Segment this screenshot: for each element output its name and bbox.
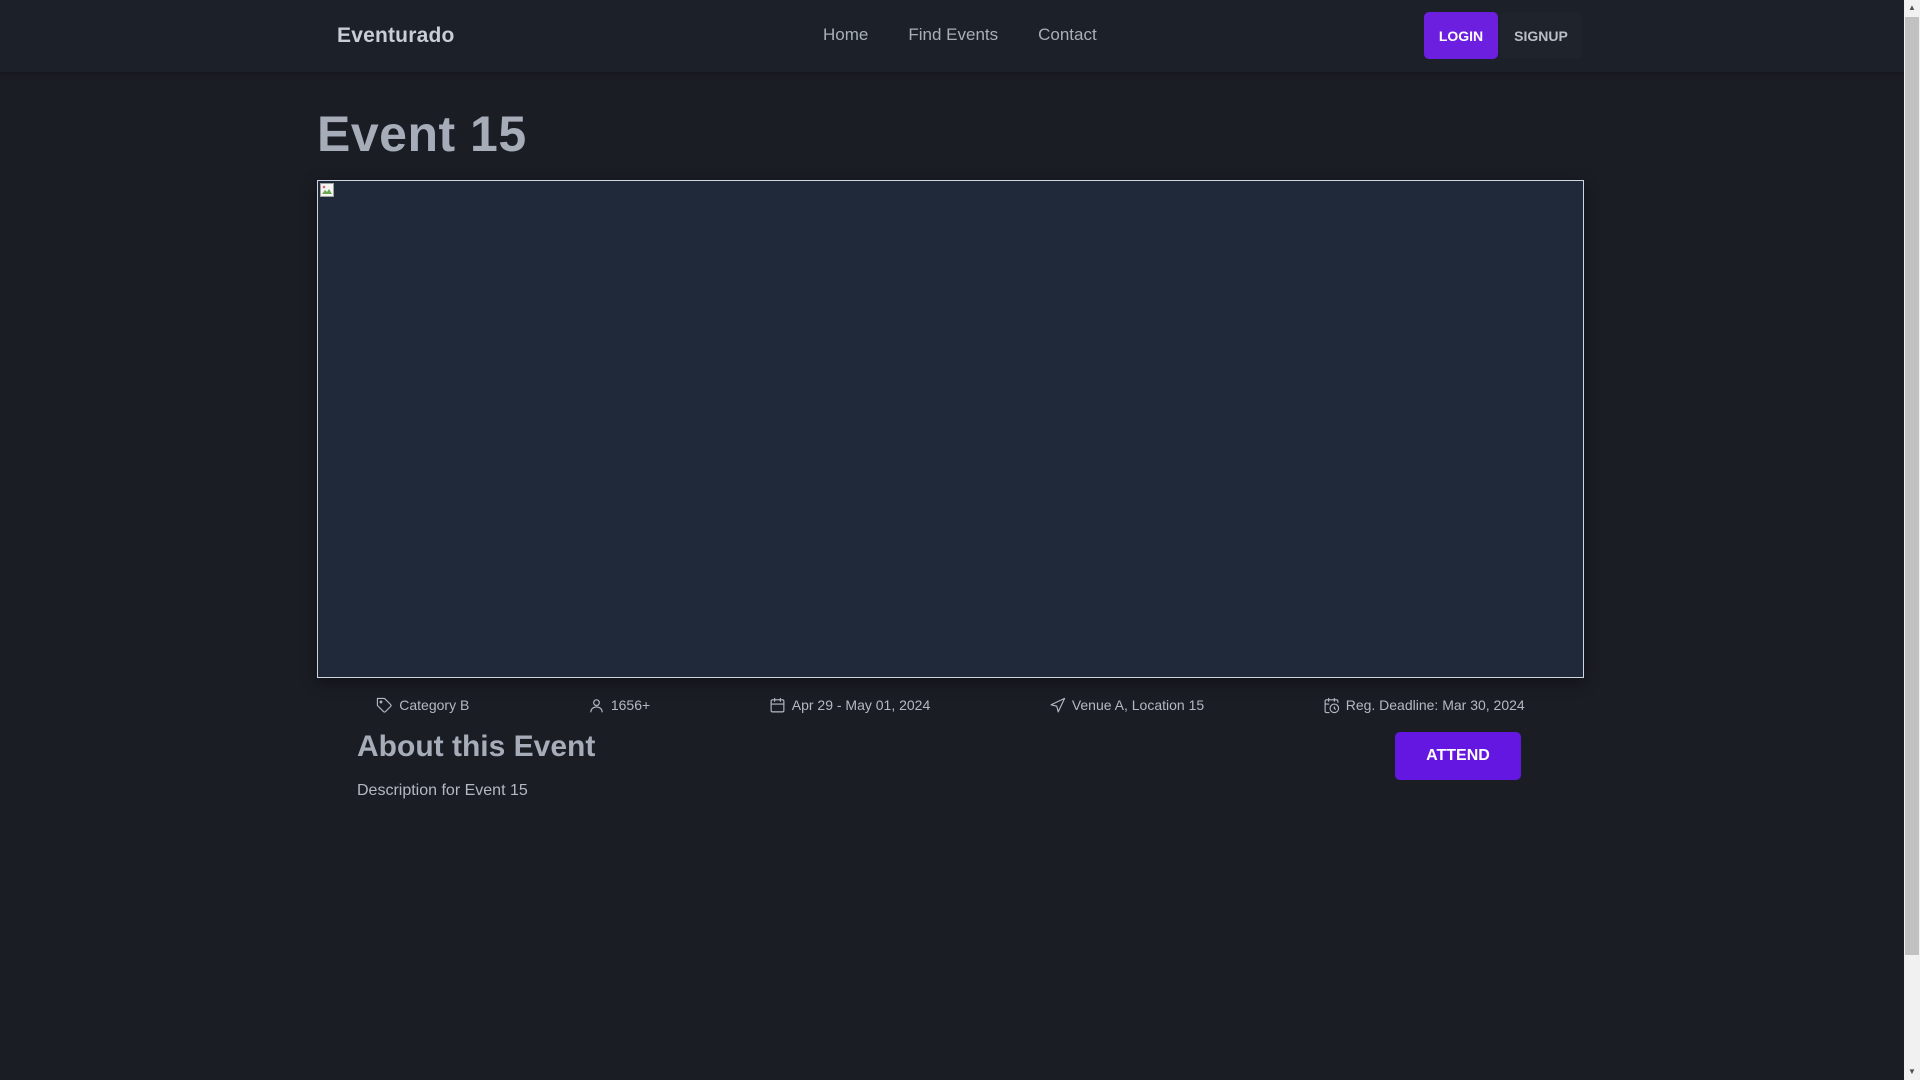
- meta-deadline: Reg. Deadline: Mar 30, 2024: [1323, 697, 1525, 714]
- broken-image-icon: [320, 183, 334, 197]
- attend-button[interactable]: ATTEND: [1395, 732, 1521, 780]
- calendar-clock-icon: [1324, 697, 1339, 713]
- meta-category: Category B: [376, 697, 469, 714]
- tag-icon: [377, 697, 392, 713]
- meta-dates-label: Apr 29 - May 01, 2024: [791, 697, 931, 713]
- nav-link-contact[interactable]: Contact: [1038, 25, 1097, 45]
- event-image: [317, 180, 1584, 678]
- nav-link-home[interactable]: Home: [823, 25, 868, 45]
- about-heading: About this Event: [357, 730, 596, 763]
- user-icon: [590, 698, 603, 712]
- login-button[interactable]: LOGIN: [1424, 12, 1498, 59]
- scroll-down-arrow-icon[interactable]: ▼: [1904, 1064, 1920, 1080]
- event-title: Event 15: [317, 106, 527, 162]
- meta-location-label: Venue A, Location 15: [1071, 697, 1205, 713]
- brand-logo[interactable]: Eventurado: [337, 24, 455, 48]
- calendar-icon: [770, 697, 785, 712]
- auth-buttons: LOGIN SIGNUP: [1424, 12, 1582, 59]
- navigation-arrow-icon: [1050, 697, 1065, 712]
- about-description: Description for Event 15: [357, 782, 528, 799]
- meta-category-label: Category B: [399, 697, 470, 713]
- vertical-scrollbar[interactable]: ▲ ▼: [1904, 0, 1920, 1080]
- meta-attendees-label: 1656+: [610, 697, 651, 713]
- meta-dates: Apr 29 - May 01, 2024: [769, 697, 931, 714]
- scroll-up-arrow-icon[interactable]: ▲: [1904, 0, 1920, 16]
- meta-attendees: 1656+: [588, 697, 650, 714]
- signup-button[interactable]: SIGNUP: [1500, 12, 1582, 59]
- nav-link-find-events[interactable]: Find Events: [908, 25, 998, 45]
- scrollbar-thumb[interactable]: [1905, 17, 1919, 955]
- page: Eventurado Home Find Events Contact LOGI…: [0, 0, 1904, 1080]
- event-meta-row: Category B 1656+ Apr 29 - May 01, 2024 V…: [317, 683, 1584, 727]
- meta-deadline-label: Reg. Deadline: Mar 30, 2024: [1345, 697, 1525, 713]
- nav-links: Home Find Events Contact: [823, 25, 1097, 45]
- meta-location: Venue A, Location 15: [1049, 697, 1204, 714]
- navbar: Eventurado Home Find Events Contact LOGI…: [0, 0, 1904, 72]
